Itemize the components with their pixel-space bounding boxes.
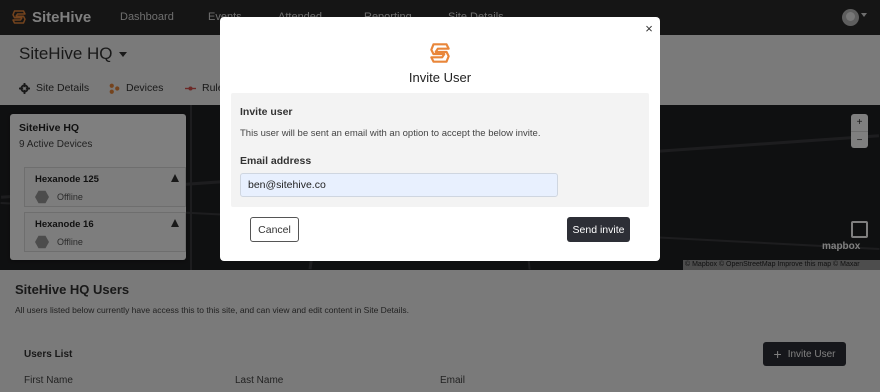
sitehive-logo-icon: [430, 43, 450, 63]
email-field[interactable]: [240, 173, 558, 197]
close-icon[interactable]: ×: [643, 22, 655, 35]
email-label: Email address: [240, 155, 312, 167]
modal-title: Invite User: [408, 70, 472, 85]
send-invite-button[interactable]: Send invite: [567, 217, 630, 242]
cancel-button[interactable]: Cancel: [250, 217, 299, 242]
invite-description: This user will be sent an email with an …: [240, 128, 541, 139]
invite-heading: Invite user: [240, 106, 293, 118]
